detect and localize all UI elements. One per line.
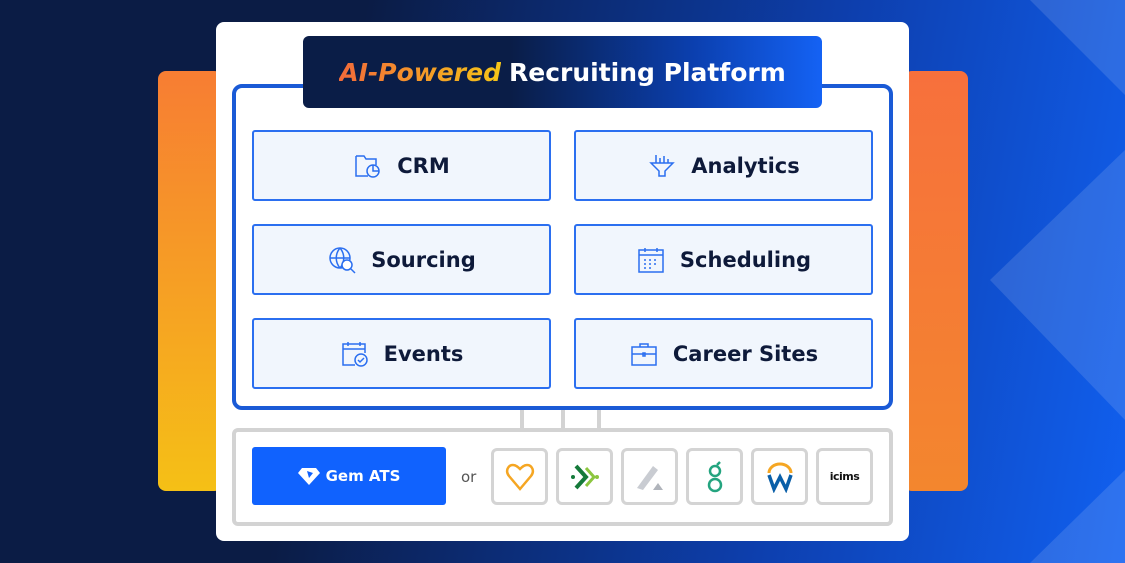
decor-panel-right	[904, 71, 968, 491]
gem-ats-button[interactable]: Gem ATS	[252, 447, 446, 505]
calendar-check-icon	[341, 341, 368, 367]
icims-logo[interactable]: icims	[816, 448, 873, 505]
heart-logo[interactable]	[491, 448, 548, 505]
triangle-logo[interactable]	[621, 448, 678, 505]
connector	[561, 408, 565, 430]
globe-person-search-icon	[329, 246, 356, 274]
connector	[520, 408, 524, 430]
module-analytics[interactable]: Analytics	[574, 130, 873, 201]
module-sourcing[interactable]: Sourcing	[252, 224, 551, 295]
module-scheduling[interactable]: Scheduling	[574, 224, 873, 295]
greenhouse-g-logo[interactable]	[686, 448, 743, 505]
cross-arrows-logo[interactable]	[556, 448, 613, 505]
module-career-sites[interactable]: Career Sites	[574, 318, 873, 389]
decor-panel-left	[158, 71, 222, 491]
module-events[interactable]: Events	[252, 318, 551, 389]
workday-logo[interactable]	[751, 448, 808, 505]
gem-diamond-icon	[297, 468, 320, 485]
calendar-icon	[638, 247, 664, 273]
folder-pie-chart-icon	[355, 154, 380, 178]
or-label: or	[461, 468, 477, 486]
briefcase-icon	[631, 342, 657, 366]
funnel-bar-chart-icon	[649, 154, 676, 177]
module-crm[interactable]: CRM	[252, 130, 551, 201]
connector	[597, 408, 601, 430]
page-title: AI-Powered Recruiting Platform	[303, 36, 822, 108]
